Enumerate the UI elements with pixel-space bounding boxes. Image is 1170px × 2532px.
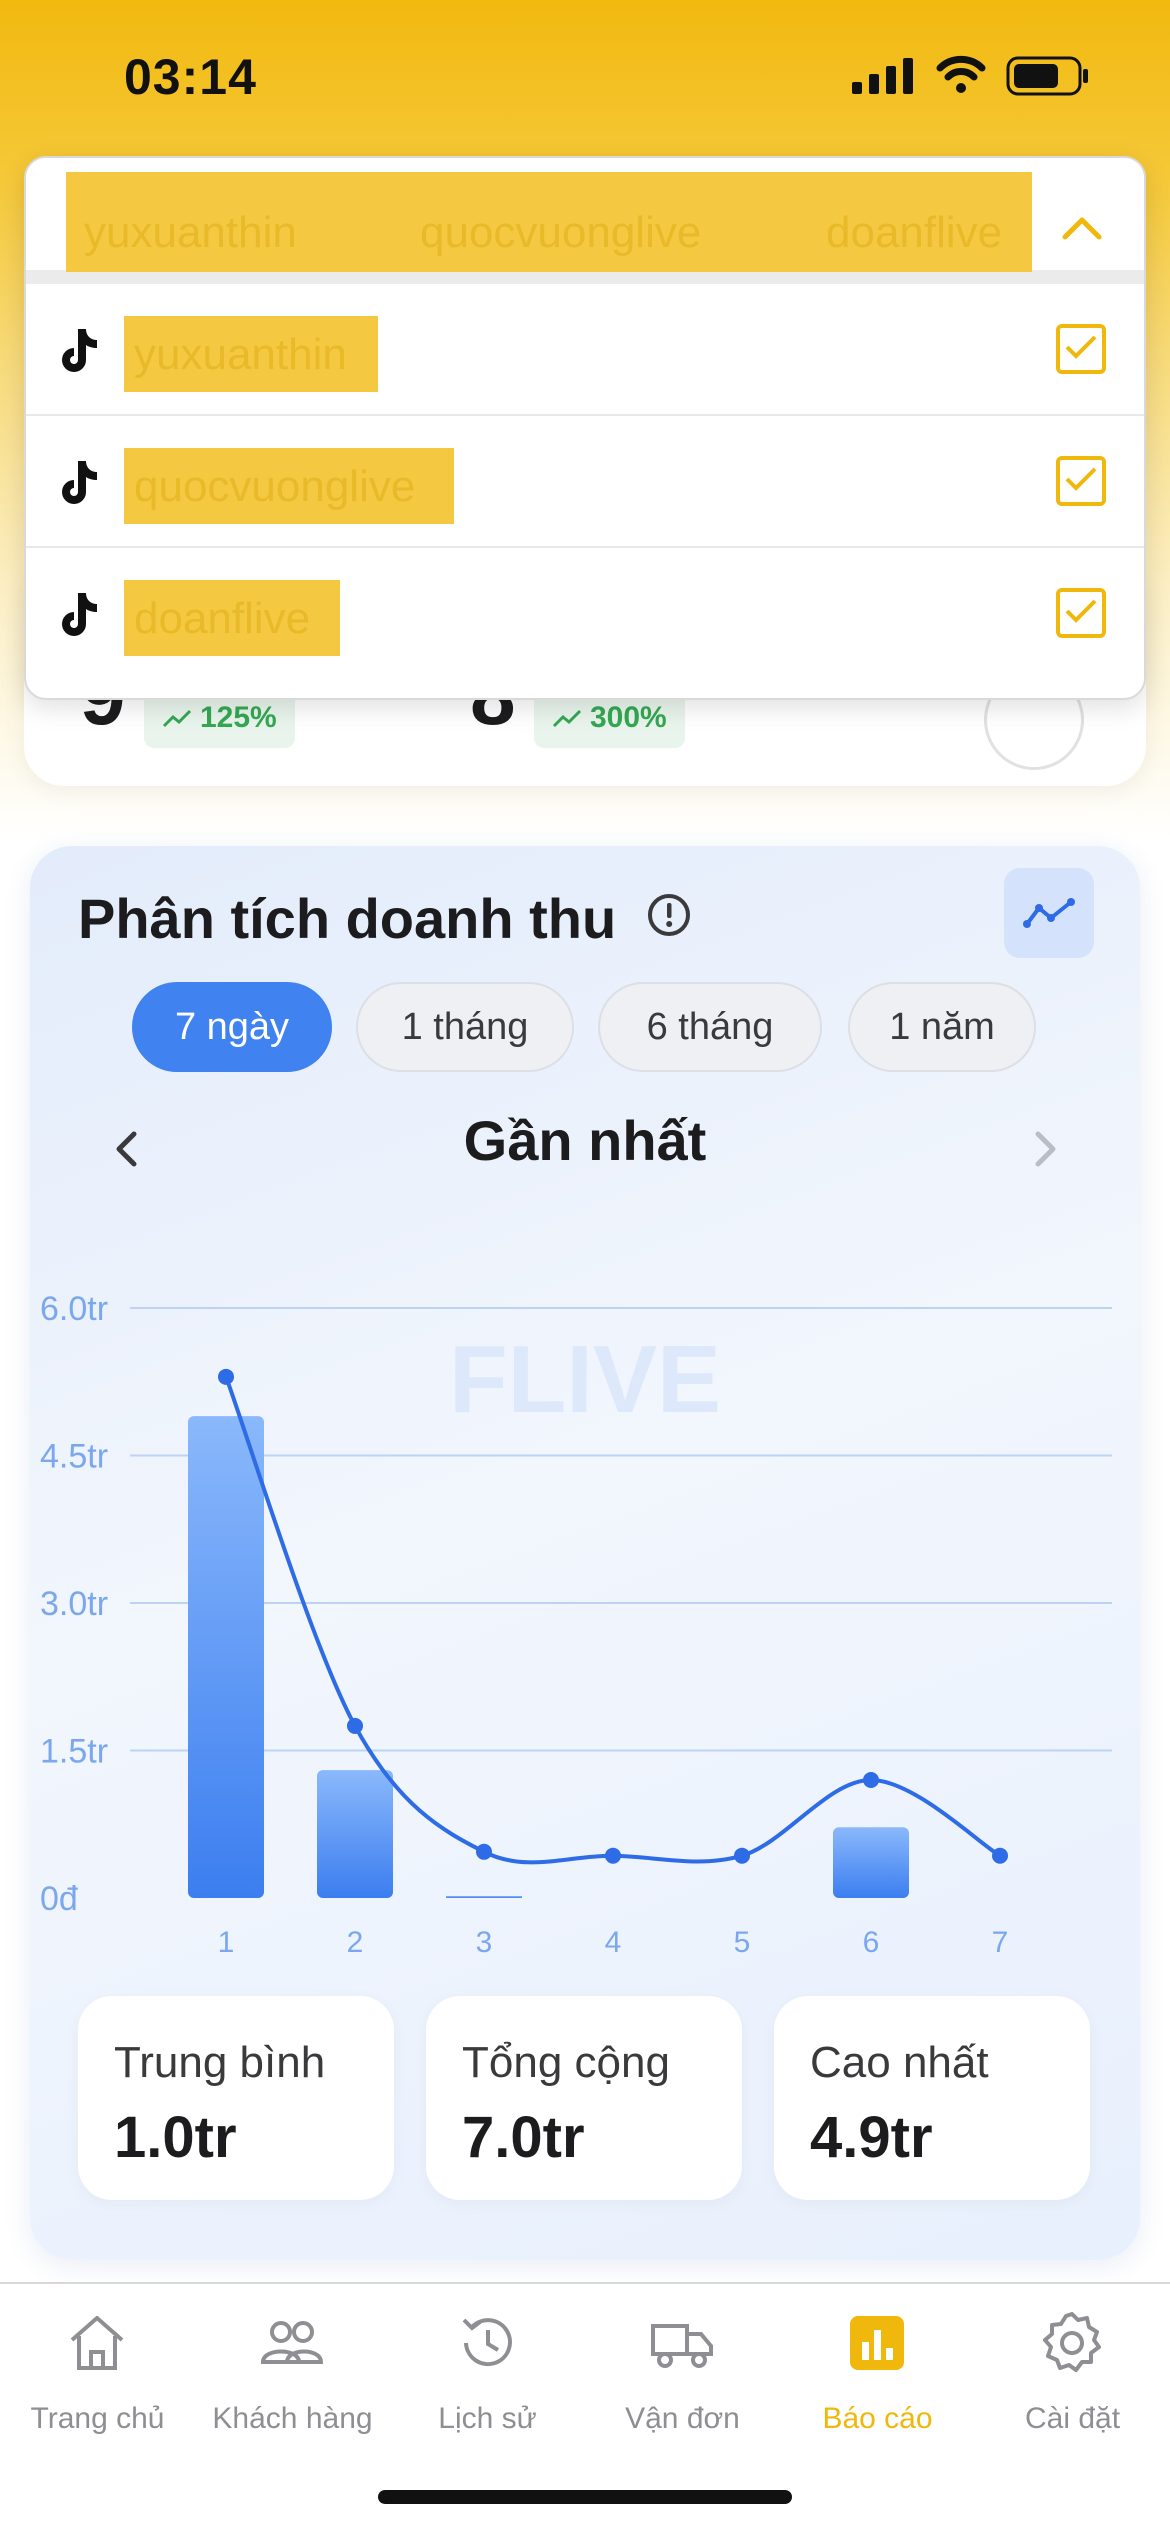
nav-label: Trang chủ <box>30 2402 165 2435</box>
summary-value: 1.0tr <box>114 2105 237 2170</box>
trend-point[interactable] <box>605 1847 621 1864</box>
checkbox-checked-icon[interactable] <box>1056 324 1106 374</box>
nav-item-customers[interactable]: Khách hàng <box>195 2310 390 2440</box>
stat-change-text: 300% <box>590 701 667 734</box>
x-tick-label: 2 <box>347 1926 364 1959</box>
x-tick-label: 1 <box>218 1926 235 1959</box>
chart-watermark: FLIVE <box>449 1326 721 1433</box>
x-tick-label: 3 <box>476 1926 493 1959</box>
summary-average: Trung bình 1.0tr <box>78 1996 394 2200</box>
chart-bar[interactable] <box>833 1827 909 1898</box>
status-bar: 03:14 <box>0 0 1170 150</box>
y-tick-label: 0đ <box>40 1880 78 1918</box>
x-tick-label: 6 <box>863 1926 880 1959</box>
checkbox-checked-icon[interactable] <box>1056 588 1106 638</box>
tiktok-icon <box>62 329 97 372</box>
nav-item-shipping[interactable]: Vận đơn <box>585 2310 780 2440</box>
trend-up-icon <box>162 709 192 728</box>
revenue-analysis-card: Phân tích doanh thu 7 ngày 1 tháng 6 thá… <box>30 846 1140 2260</box>
customers-icon <box>260 2321 324 2364</box>
account-option[interactable]: quocvuonglive <box>26 416 1144 548</box>
y-tick-label: 3.0tr <box>40 1585 108 1623</box>
nav-label: Lịch sử <box>438 2402 537 2435</box>
summary-label: Cao nhất <box>810 2038 989 2087</box>
nav-item-report[interactable]: Báo cáo <box>780 2310 975 2440</box>
nav-item-settings[interactable]: Cài đặt <box>975 2310 1170 2440</box>
summary-max: Cao nhất 4.9tr <box>774 1996 1090 2200</box>
summary-label: Trung bình <box>114 2038 326 2087</box>
trend-point[interactable] <box>476 1843 492 1860</box>
tiktok-icon <box>62 593 97 636</box>
nav-label: Cài đặt <box>1024 2402 1121 2435</box>
nav-label: Báo cáo <box>822 2402 933 2435</box>
battery-icon <box>1006 56 1088 96</box>
x-tick-label: 4 <box>605 1926 622 1959</box>
revenue-chart: FLIVE 0đ 1.5tr 3.0tr 4.5tr 6.0tr 1 2 3 4 5 6 7 <box>40 1290 1112 1959</box>
nav-label: Vận đơn <box>625 2402 740 2435</box>
account-option-label: yuxuanthin <box>134 330 347 379</box>
y-tick-label: 1.5tr <box>40 1733 108 1771</box>
trend-point[interactable] <box>218 1368 234 1385</box>
chart-bar[interactable] <box>317 1770 393 1898</box>
chart-bar[interactable] <box>446 1896 522 1898</box>
account-dropdown: yuxuanthin quocvuonglive doanflive yuxua… <box>24 156 1146 700</box>
nav-item-home[interactable]: Trang chủ <box>0 2310 195 2440</box>
chevron-up-icon[interactable] <box>1062 216 1102 240</box>
trend-point[interactable] <box>347 1717 363 1734</box>
account-option-label: doanflive <box>134 594 311 643</box>
stat-change-text: 125% <box>200 701 277 734</box>
cellular-signal-icon <box>852 58 913 94</box>
trend-point[interactable] <box>863 1772 879 1788</box>
home-indicator <box>378 2490 792 2504</box>
account-option[interactable]: doanflive <box>26 548 1144 680</box>
account-chip[interactable]: quocvuonglive <box>420 208 701 258</box>
account-chip[interactable]: doanflive <box>826 208 1002 258</box>
summary-label: Tổng cộng <box>462 2038 670 2087</box>
chart-bar[interactable] <box>188 1416 264 1898</box>
summary-value: 7.0tr <box>462 2105 585 2170</box>
nav-item-history[interactable]: Lịch sử <box>390 2310 585 2440</box>
summary-total: Tổng cộng 7.0tr <box>426 1996 742 2200</box>
trend-up-icon <box>552 709 582 728</box>
report-icon <box>850 2316 904 2370</box>
account-chip[interactable]: yuxuanthin <box>84 208 297 258</box>
status-time: 03:14 <box>124 49 257 105</box>
settings-icon <box>1043 2312 1101 2372</box>
truck-icon <box>651 2324 713 2368</box>
y-tick-label: 4.5tr <box>40 1438 108 1476</box>
wifi-icon <box>936 55 986 93</box>
summary-value: 4.9tr <box>810 2105 933 2170</box>
x-tick-label: 5 <box>734 1926 751 1959</box>
trend-point[interactable] <box>734 1847 750 1864</box>
tiktok-icon <box>62 461 97 504</box>
history-icon <box>462 2318 512 2367</box>
home-icon <box>70 2316 124 2370</box>
account-option-label: quocvuonglive <box>134 462 416 511</box>
y-tick-label: 6.0tr <box>40 1290 108 1328</box>
account-option[interactable]: yuxuanthin <box>26 284 1144 416</box>
nav-label: Khách hàng <box>212 2402 373 2435</box>
checkbox-checked-icon[interactable] <box>1056 456 1106 506</box>
trend-point[interactable] <box>992 1847 1008 1864</box>
x-tick-label: 7 <box>992 1926 1009 1959</box>
account-selector-header[interactable]: yuxuanthin quocvuonglive doanflive <box>26 158 1144 284</box>
